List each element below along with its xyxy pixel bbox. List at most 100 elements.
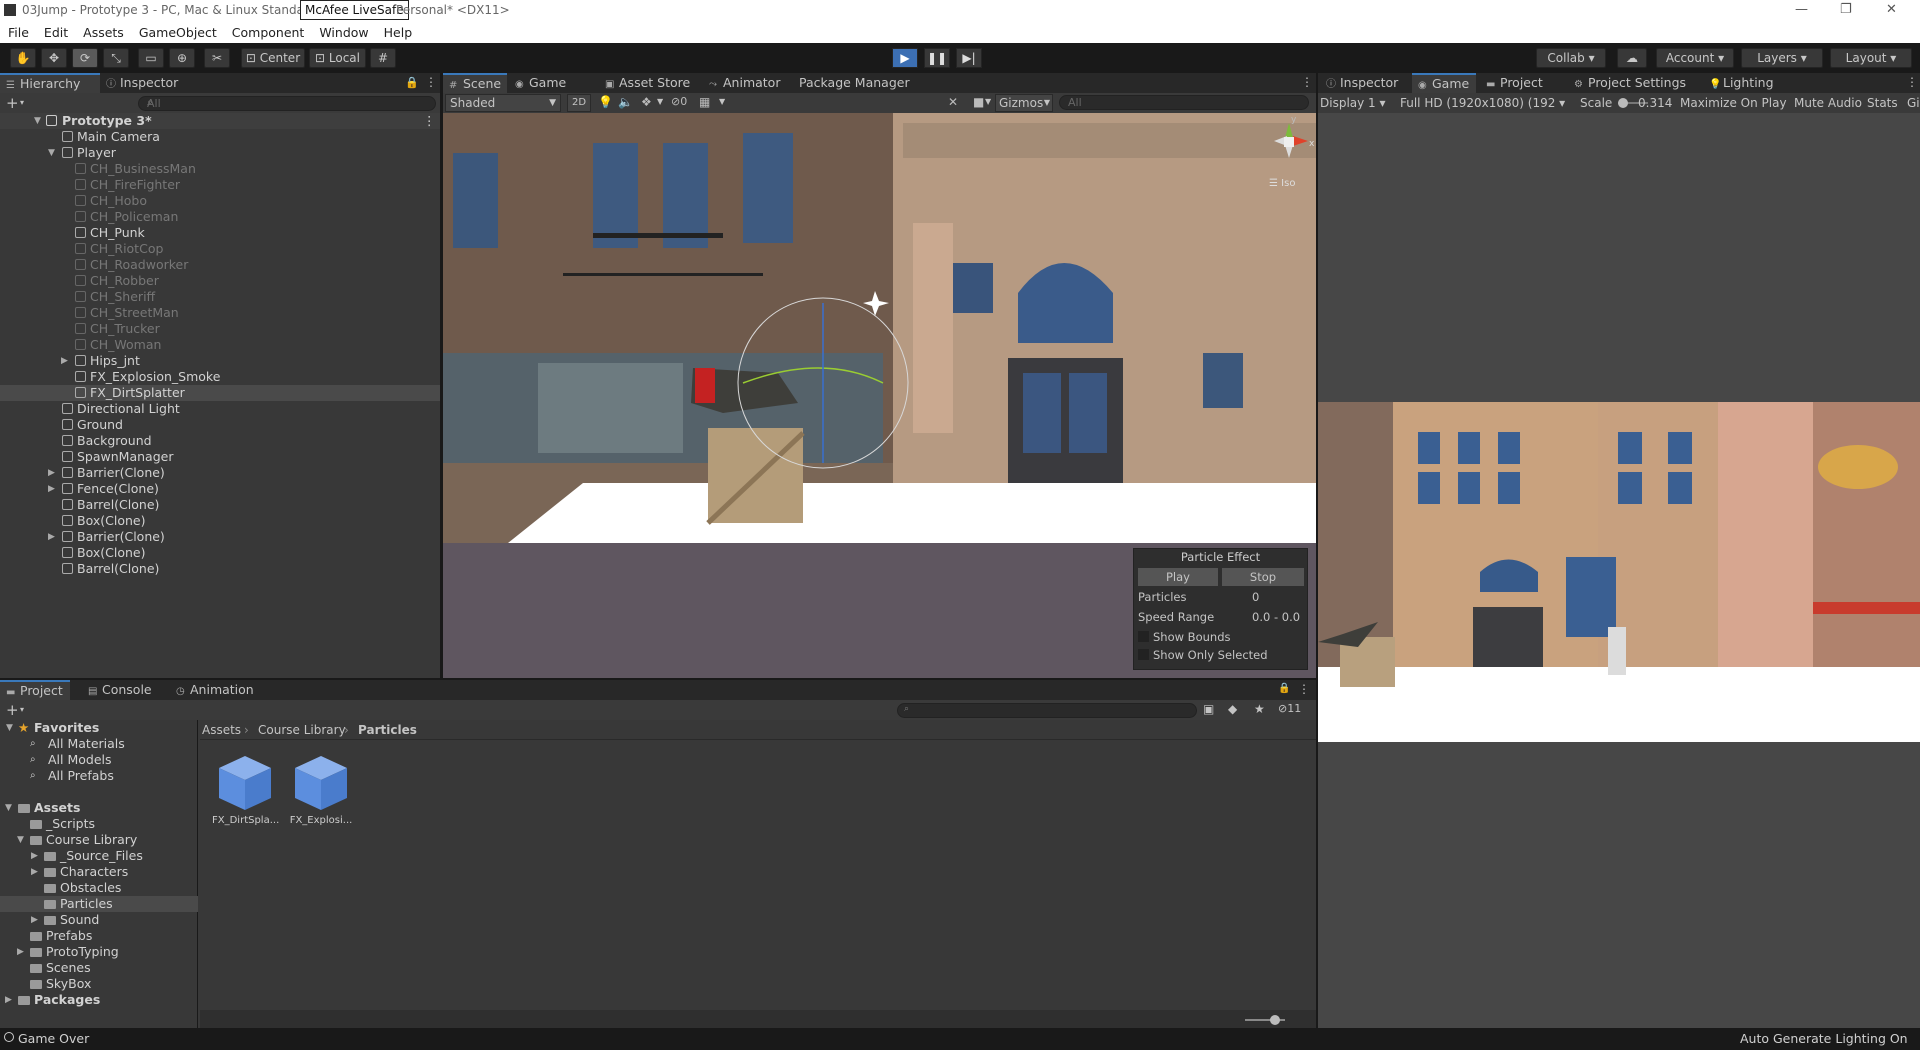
menu-help[interactable]: Help <box>376 22 420 40</box>
status-message[interactable]: Game Over <box>18 1031 89 1046</box>
move-tool-icon[interactable]: ✥ <box>41 48 67 68</box>
favorite-item[interactable]: ⌕ All Materials <box>0 736 198 752</box>
account-dropdown[interactable]: Account ▾ <box>1656 48 1734 68</box>
project-folder-item[interactable]: Particles <box>0 896 198 912</box>
collapse-arrow-icon[interactable]: ▶ <box>5 992 12 1008</box>
hand-tool-icon[interactable]: ✋ <box>10 48 36 68</box>
rotate-tool-icon[interactable]: ⟳ <box>72 48 98 68</box>
menu-gameobject[interactable]: GameObject <box>131 22 224 40</box>
hierarchy-item[interactable]: FX_DirtSplatter <box>0 385 440 401</box>
asset-fx-dirtsplatter[interactable]: FX_DirtSpla... <box>212 754 279 826</box>
collapse-arrow-icon[interactable]: ▶ <box>17 944 24 960</box>
project-folder-item[interactable]: Prefabs <box>0 928 198 944</box>
game-gizmos-toggle[interactable]: Gi <box>1907 93 1920 113</box>
layout-dropdown[interactable]: Layout ▾ <box>1830 48 1912 68</box>
tab-lighting[interactable]: 💡 Lighting <box>1703 73 1780 93</box>
breadcrumb-particles[interactable]: Particles <box>358 720 417 740</box>
custom-tool-icon[interactable]: ✂ <box>204 48 230 68</box>
shading-mode-dropdown[interactable]: Shaded ▼ <box>445 94 561 112</box>
tab-game[interactable]: ◉ Game <box>509 73 572 93</box>
project-add-icon[interactable]: + <box>6 701 19 719</box>
project-folder-item[interactable]: ▶ Characters <box>0 864 198 880</box>
project-folder-item[interactable]: ▶ Sound <box>0 912 198 928</box>
scale-slider-handle[interactable] <box>1618 98 1628 108</box>
favorites-arrow-icon[interactable]: ▼ <box>6 720 13 736</box>
hierarchy-item[interactable]: ▶ Hips_jnt <box>0 353 440 369</box>
add-dropdown-icon[interactable]: ▾ <box>20 98 24 107</box>
menu-edit[interactable]: Edit <box>36 22 75 40</box>
hierarchy-search-input[interactable]: ⌕ All <box>138 96 436 111</box>
filter-label-icon[interactable]: ◆ <box>1228 702 1237 716</box>
resolution-dropdown[interactable]: Full HD (1920x1080) (192 ▾ <box>1400 93 1565 113</box>
hierarchy-item[interactable]: CH_Trucker <box>0 321 440 337</box>
project-folder-item[interactable]: ▶ _Source_Files <box>0 848 198 864</box>
icon-size-slider-handle[interactable] <box>1270 1015 1280 1025</box>
add-icon[interactable]: + <box>6 94 19 112</box>
favorite-item[interactable]: ⌕ All Models <box>0 752 198 768</box>
asset-fx-explosion[interactable]: FX_Explosi... <box>288 754 354 826</box>
collapse-arrow-icon[interactable]: ▶ <box>61 353 68 369</box>
transform-tool-icon[interactable]: ⊕ <box>169 48 195 68</box>
hierarchy-item[interactable]: ▼ Player <box>0 145 440 161</box>
expand-arrow-icon[interactable]: ▼ <box>5 800 12 816</box>
collapse-arrow-icon[interactable]: ▶ <box>48 465 55 481</box>
hierarchy-item[interactable]: Box(Clone) <box>0 513 440 529</box>
hierarchy-item[interactable]: Ground <box>0 417 440 433</box>
effects-dropdown-icon[interactable]: ▼ <box>657 97 663 106</box>
project-folder-item[interactable]: ▶ ProtoTyping <box>0 944 198 960</box>
hierarchy-item[interactable]: CH_StreetMan <box>0 305 440 321</box>
2d-toggle[interactable]: 2D <box>567 94 591 112</box>
collapse-arrow-icon[interactable]: ▶ <box>31 864 38 880</box>
effects-icon[interactable]: ❖ <box>641 95 652 109</box>
tab-asset-store[interactable]: ▣ Asset Store <box>599 73 696 93</box>
tab-project-settings[interactable]: ⚙ Project Settings <box>1568 73 1692 93</box>
hierarchy-scene-root[interactable]: ▼ Prototype 3* ⋮ <box>0 113 440 129</box>
tab-scene[interactable]: # Scene <box>443 73 507 93</box>
tab-inspector-right[interactable]: ⓘ Inspector <box>1320 73 1404 93</box>
layers-dropdown[interactable]: Layers ▾ <box>1741 48 1823 68</box>
favorite-star-icon[interactable]: ★ <box>1254 702 1265 716</box>
show-selected-checkbox[interactable] <box>1138 649 1149 660</box>
tab-animation[interactable]: ◷ Animation <box>170 680 260 700</box>
hierarchy-item[interactable]: CH_Roadworker <box>0 257 440 273</box>
collab-dropdown[interactable]: Collab ▾ <box>1536 48 1606 68</box>
hidden-objects-icon[interactable]: ⊘0 <box>671 95 687 108</box>
collapse-arrow-icon[interactable]: ▶ <box>31 848 38 864</box>
hierarchy-item[interactable]: ▶ Barrier(Clone) <box>0 465 440 481</box>
mute-audio-toggle[interactable]: Mute Audio <box>1794 93 1862 113</box>
show-bounds-toggle[interactable]: Show Bounds <box>1138 630 1230 644</box>
pause-button[interactable]: ❚❚ <box>924 48 950 68</box>
pivot-center-button[interactable]: ⊡ Center <box>241 48 305 68</box>
camera-dropdown-icon[interactable]: ▼ <box>985 97 991 106</box>
favorite-item[interactable]: ⌕ All Prefabs <box>0 768 198 784</box>
breadcrumb-course-library[interactable]: Course Library <box>258 720 346 740</box>
particle-play-button[interactable]: Play <box>1138 568 1218 586</box>
grid-dropdown-icon[interactable]: ▼ <box>719 97 725 106</box>
maximize-on-play-toggle[interactable]: Maximize On Play <box>1680 93 1787 113</box>
show-selected-toggle[interactable]: Show Only Selected <box>1138 648 1268 662</box>
pivot-local-button[interactable]: ⊡ Local <box>309 48 366 68</box>
scene-more-icon[interactable]: ⋮ <box>423 113 436 129</box>
scene-search-input[interactable]: All <box>1059 95 1309 110</box>
tab-project[interactable]: ▬ Project <box>0 680 70 700</box>
menu-assets[interactable]: Assets <box>75 22 131 40</box>
more-icon[interactable]: ⋮ <box>425 75 437 89</box>
scene-viewport[interactable]: y x ☰ Iso Particle Effect Play Stop Part… <box>443 113 1316 678</box>
tab-package-manager[interactable]: Package Manager <box>793 73 916 93</box>
orientation-gizmo[interactable] <box>1273 113 1316 203</box>
project-folder-item[interactable]: ▶ Packages <box>0 992 198 1008</box>
display-dropdown[interactable]: Display 1 ▾ <box>1320 93 1386 113</box>
favorites-header[interactable]: ▼ ★ Favorites <box>0 720 198 736</box>
hierarchy-item[interactable]: CH_FireFighter <box>0 177 440 193</box>
breadcrumb-assets[interactable]: Assets <box>202 720 241 740</box>
collapse-arrow-icon[interactable]: ▶ <box>48 481 55 497</box>
project-search-input[interactable]: ⌕ <box>897 703 1197 718</box>
hierarchy-item[interactable]: ▶ Barrier(Clone) <box>0 529 440 545</box>
play-button[interactable]: ▶ <box>892 48 918 68</box>
gizmos-dropdown[interactable]: Gizmos ▼ <box>995 94 1053 112</box>
grid-snap-icon[interactable]: # <box>370 48 396 68</box>
show-bounds-checkbox[interactable] <box>1138 631 1149 642</box>
hierarchy-item[interactable]: ▶ Fence(Clone) <box>0 481 440 497</box>
auto-lighting-status[interactable]: Auto Generate Lighting On <box>1740 1031 1908 1046</box>
lock-icon[interactable]: 🔒 <box>405 76 419 89</box>
